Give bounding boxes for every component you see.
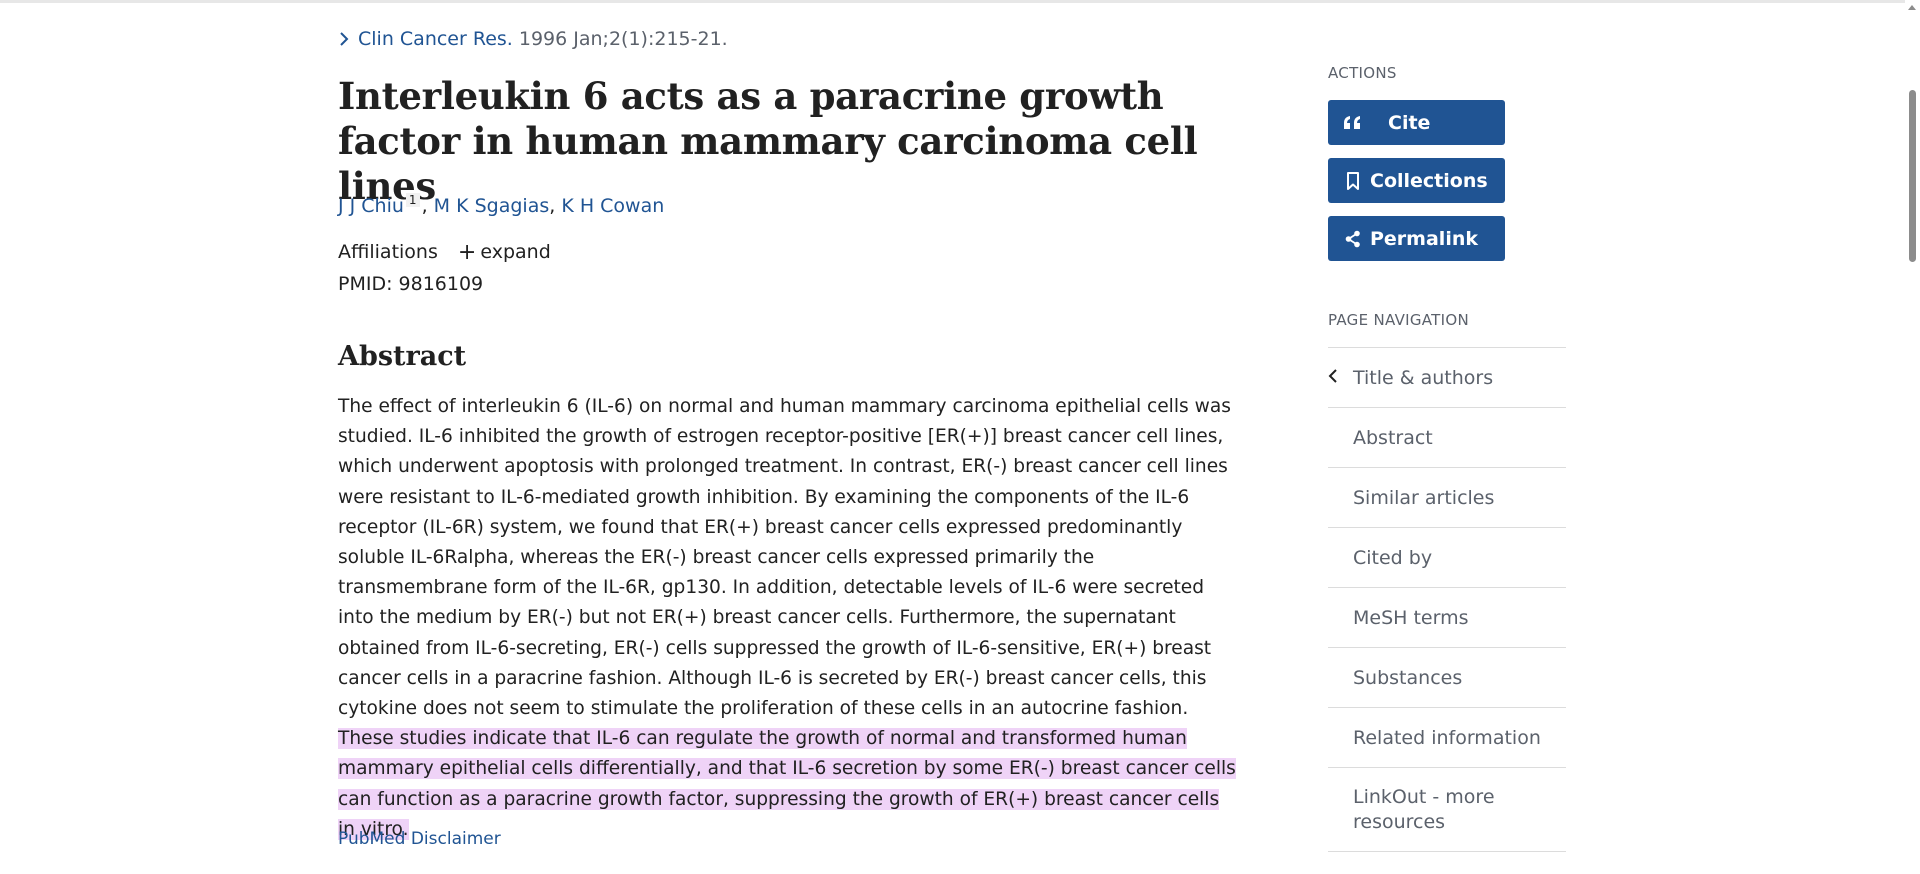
nav-item-label: Related information [1353, 726, 1541, 749]
nav-item-label: LinkOut - more resources [1353, 785, 1495, 833]
page-navigation-heading: PAGE NAVIGATION [1328, 311, 1469, 329]
expand-affiliations-button[interactable]: + expand [457, 240, 551, 265]
top-divider [0, 0, 1905, 3]
share-icon [1342, 230, 1364, 248]
collections-button[interactable]: Collections [1328, 158, 1505, 203]
author-list: J J Chiu 1, M K Sgagias, K H Cowan [338, 193, 664, 217]
page-navigation-list: Title & authors Abstract Similar article… [1328, 347, 1566, 852]
affiliations-row: Affiliations + expand [338, 240, 551, 265]
chevron-left-icon [1328, 367, 1338, 389]
nav-item-label: Title & authors [1353, 366, 1494, 389]
scrollbar-thumb[interactable] [1909, 90, 1916, 262]
nav-item-label: Abstract [1353, 426, 1433, 449]
abstract-heading: Abstract [338, 341, 467, 372]
article-title: Interleukin 6 acts as a paracrine growth… [338, 74, 1198, 208]
plus-icon: + [457, 240, 477, 265]
author-link[interactable]: M K Sgagias [434, 195, 550, 217]
abstract-text: The effect of interleukin 6 (IL-6) on no… [338, 392, 1238, 845]
scroll-up-icon[interactable] [1908, 5, 1916, 10]
nav-item-linkout[interactable]: LinkOut - more resources [1328, 768, 1566, 852]
author-link[interactable]: K H Cowan [561, 195, 664, 217]
permalink-label: Permalink [1370, 227, 1478, 250]
nav-item-related-information[interactable]: Related information [1328, 708, 1566, 768]
vertical-scrollbar[interactable] [1905, 0, 1920, 874]
abstract-body: The effect of interleukin 6 (IL-6) on no… [338, 396, 1231, 720]
expand-label: expand [480, 241, 551, 263]
citation-line: Clin Cancer Res. 1996 Jan;2(1):215-21. [338, 28, 728, 52]
highlighted-text: These studies indicate that IL-6 can reg… [338, 728, 1236, 840]
nav-item-substances[interactable]: Substances [1328, 648, 1566, 708]
cite-label: Cite [1388, 111, 1431, 134]
collections-label: Collections [1370, 169, 1488, 192]
author-separator: , [421, 195, 434, 217]
nav-item-mesh-terms[interactable]: MeSH terms [1328, 588, 1566, 648]
affiliations-label: Affiliations [338, 241, 438, 263]
nav-item-abstract[interactable]: Abstract [1328, 408, 1566, 468]
bookmark-icon [1342, 171, 1364, 190]
nav-item-label: Similar articles [1353, 486, 1495, 509]
author-separator: , [549, 195, 562, 217]
nav-item-label: Cited by [1353, 546, 1433, 569]
cite-button[interactable]: Cite [1328, 100, 1505, 145]
pmid: PMID: 9816109 [338, 273, 484, 295]
permalink-button[interactable]: Permalink [1328, 216, 1505, 261]
quote-icon [1342, 115, 1364, 131]
pubmed-disclaimer-link[interactable]: PubMed Disclaimer [338, 829, 501, 849]
nav-item-label: Substances [1353, 666, 1463, 689]
author-link[interactable]: J J Chiu [338, 195, 404, 217]
actions-heading: ACTIONS [1328, 64, 1397, 82]
nav-item-label: MeSH terms [1353, 606, 1469, 629]
journal-link[interactable]: Clin Cancer Res. [358, 28, 513, 50]
affiliation-ref[interactable]: 1 [405, 193, 420, 207]
nav-item-title-authors[interactable]: Title & authors [1328, 348, 1566, 408]
nav-item-similar-articles[interactable]: Similar articles [1328, 468, 1566, 528]
citation-details: 1996 Jan;2(1):215-21. [518, 28, 728, 50]
nav-item-cited-by[interactable]: Cited by [1328, 528, 1566, 588]
chevron-right-icon[interactable] [338, 30, 358, 52]
